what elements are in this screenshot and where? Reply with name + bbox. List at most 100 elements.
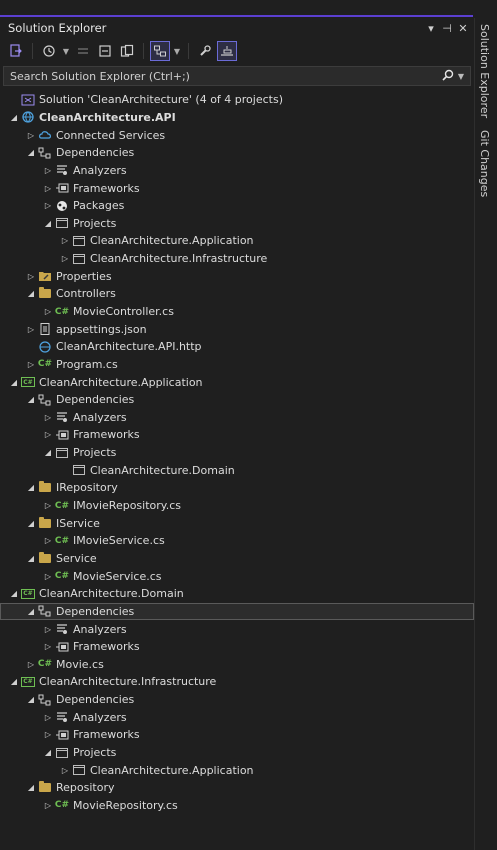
expand-arrow-icon[interactable]: ▷ [43,307,53,316]
expand-arrow-icon[interactable]: ▷ [26,131,36,140]
search-icon[interactable] [442,69,454,84]
tree-item-projects[interactable]: ◢ Projects [0,744,474,762]
window-position-dropdown-icon[interactable]: ▾ [424,22,438,35]
tree-item-dependencies[interactable]: ◢ Dependencies [0,691,474,709]
tree-item-irepository[interactable]: ◢ IRepository [0,479,474,497]
tree-item-movieservice-cs[interactable]: ▷ C# MovieService.cs [0,567,474,585]
expand-arrow-icon[interactable]: ▷ [43,184,53,193]
tree-item-packages[interactable]: ▷ Packages [0,197,474,215]
pin-icon[interactable]: ⊣ [440,22,454,35]
sync-with-document-icon[interactable] [6,41,26,61]
tree-item-dependencies[interactable]: ◢ Dependencies [0,391,474,409]
tree-item-cleanarchitecture-api[interactable]: ◢ CleanArchitecture.API [0,109,474,127]
side-tab-git-changes[interactable]: Git Changes [478,130,491,197]
tree-item-analyzers[interactable]: ▷ Analyzers [0,620,474,638]
expand-arrow-icon[interactable]: ▷ [26,325,36,334]
tree-item-properties[interactable]: ▷ Properties [0,267,474,285]
dropdown-icon[interactable]: ▼ [172,41,182,61]
collapse-arrow-icon[interactable]: ◢ [43,219,53,228]
collapse-arrow-icon[interactable]: ◢ [26,695,36,704]
expand-arrow-icon[interactable]: ▷ [60,766,70,775]
tree-item-cleanarchitecture-infrastructure[interactable]: ▷ CleanArchitecture.Infrastructure [0,250,474,268]
collapse-arrow-icon[interactable]: ◢ [26,554,36,563]
collapse-arrow-icon[interactable]: ◢ [9,589,19,598]
tree-item-repository[interactable]: ◢ Repository [0,779,474,797]
search-input[interactable]: Search Solution Explorer (Ctrl+;) [10,70,442,83]
expand-arrow-icon[interactable]: ▷ [43,801,53,810]
show-all-files-icon[interactable] [117,41,137,61]
side-tab-solution-explorer[interactable]: Solution Explorer [478,24,491,118]
collapse-arrow-icon[interactable]: ◢ [43,448,53,457]
tree-item-dependencies[interactable]: ◢ Dependencies [0,144,474,162]
collapse-arrow-icon[interactable]: ◢ [9,677,19,686]
expand-arrow-icon[interactable]: ▷ [26,272,36,281]
expand-arrow-icon[interactable]: ▷ [43,166,53,175]
tree-item-controllers[interactable]: ◢ Controllers [0,285,474,303]
tree-item-cleanarchitecture-domain[interactable]: ◢ C# CleanArchitecture.Domain [0,585,474,603]
tree-item-cleanarchitecture-application[interactable]: ◢ C# CleanArchitecture.Application [0,373,474,391]
tree-item-cleanarchitecture-api-http[interactable]: CleanArchitecture.API.http [0,338,474,356]
collapse-arrow-icon[interactable]: ◢ [26,783,36,792]
tree-item-program-cs[interactable]: ▷ C# Program.cs [0,356,474,374]
pending-changes-filter-icon[interactable] [73,41,93,61]
expand-arrow-icon[interactable]: ▷ [60,236,70,245]
collapse-arrow-icon[interactable]: ◢ [26,519,36,528]
expand-arrow-icon[interactable]: ▷ [43,413,53,422]
tree-item-service[interactable]: ◢ Service [0,550,474,568]
close-icon[interactable]: ✕ [456,22,470,35]
expand-arrow-icon[interactable]: ▷ [26,360,36,369]
tree-item-iservice[interactable]: ◢ IService [0,514,474,532]
properties-wrench-icon[interactable] [195,41,215,61]
expand-arrow-icon[interactable]: ▷ [43,642,53,651]
tree-item-frameworks[interactable]: ▷ Frameworks [0,426,474,444]
tree-item-moviecontroller-cs[interactable]: ▷ C# MovieController.cs [0,303,474,321]
expand-arrow-icon[interactable]: ▷ [43,625,53,634]
tree-item-solution-cleanarchitecture-4-of-4-projects[interactable]: Solution 'CleanArchitecture' (4 of 4 pro… [0,91,474,109]
collapse-arrow-icon[interactable]: ◢ [26,395,36,404]
tree-item-analyzers[interactable]: ▷ Analyzers [0,162,474,180]
expand-arrow-icon[interactable]: ▷ [43,536,53,545]
dropdown-icon[interactable]: ▼ [61,41,71,61]
tree-item-movie-cs[interactable]: ▷ C# Movie.cs [0,656,474,674]
expand-arrow-icon[interactable]: ▷ [43,572,53,581]
collapse-arrow-icon[interactable]: ◢ [43,748,53,757]
tree-item-movierepository-cs[interactable]: ▷ C# MovieRepository.cs [0,797,474,815]
expand-arrow-icon[interactable]: ▷ [60,254,70,263]
tree-item-analyzers[interactable]: ▷ Analyzers [0,708,474,726]
expand-arrow-icon[interactable]: ▷ [43,713,53,722]
tree-item-projects[interactable]: ◢ Projects [0,214,474,232]
collapse-arrow-icon[interactable]: ◢ [26,483,36,492]
expand-arrow-icon[interactable]: ▷ [43,430,53,439]
view-toggle-icon[interactable] [150,41,170,61]
tree-item-imovierepository-cs[interactable]: ▷ C# IMovieRepository.cs [0,497,474,515]
collapse-arrow-icon[interactable]: ◢ [9,378,19,387]
collapse-arrow-icon[interactable]: ◢ [26,148,36,157]
tree-item-dependencies[interactable]: ◢ Dependencies [0,602,474,621]
collapse-arrow-icon[interactable]: ◢ [26,289,36,298]
tree-item-cleanarchitecture-domain[interactable]: CleanArchitecture.Domain [0,461,474,479]
tree-item-frameworks[interactable]: ▷ Frameworks [0,638,474,656]
tree-item-projects[interactable]: ◢ Projects [0,444,474,462]
tree-item-analyzers[interactable]: ▷ Analyzers [0,409,474,427]
history-icon[interactable] [39,41,59,61]
tree-item-cleanarchitecture-application[interactable]: ▷ CleanArchitecture.Application [0,761,474,779]
preview-selected-items-icon[interactable] [217,41,237,61]
search-options-dropdown-icon[interactable]: ▼ [458,72,464,81]
search-box[interactable]: Search Solution Explorer (Ctrl+;) ▼ [3,66,471,86]
expand-arrow-icon[interactable]: ▷ [43,501,53,510]
collapse-arrow-icon[interactable]: ◢ [26,607,36,616]
expand-arrow-icon[interactable]: ▷ [43,730,53,739]
tree-item-connected-services[interactable]: ▷ Connected Services [0,126,474,144]
tree-item-frameworks[interactable]: ▷ Frameworks [0,179,474,197]
tree-item-imovieservice-cs[interactable]: ▷ C# IMovieService.cs [0,532,474,550]
tree-item-cleanarchitecture-application[interactable]: ▷ CleanArchitecture.Application [0,232,474,250]
expand-arrow-icon[interactable]: ▷ [43,201,53,210]
collapse-all-icon[interactable] [95,41,115,61]
tree-item-frameworks[interactable]: ▷ Frameworks [0,726,474,744]
project-reference-icon [55,447,69,459]
solution-explorer-panel: Solution Explorer ▾ ⊣ ✕ ▼ ▼ Search Solut… [0,18,474,850]
tree-item-cleanarchitecture-infrastructure[interactable]: ◢ C# CleanArchitecture.Infrastructure [0,673,474,691]
expand-arrow-icon[interactable]: ▷ [26,660,36,669]
collapse-arrow-icon[interactable]: ◢ [9,113,19,122]
tree-item-appsettings-json[interactable]: ▷ appsettings.json [0,320,474,338]
